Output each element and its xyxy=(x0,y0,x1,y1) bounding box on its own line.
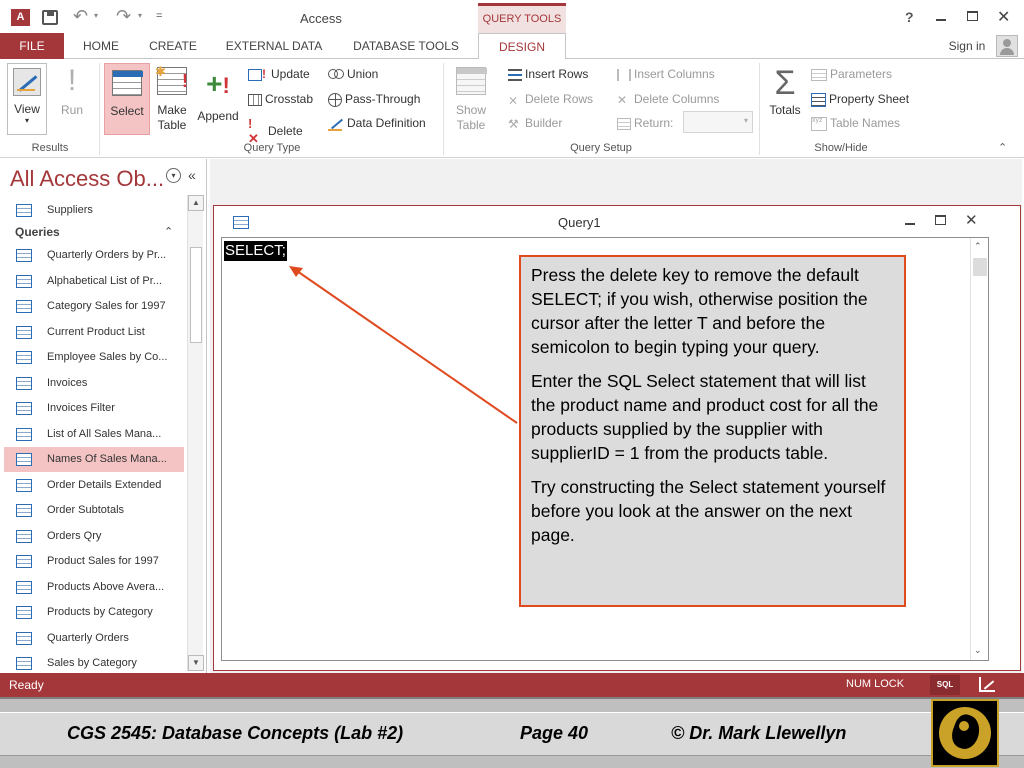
callout-paragraph-2: Enter the SQL Select statement that will… xyxy=(531,370,879,463)
status-bar: Ready NUM LOCK SQL xyxy=(0,673,1024,697)
num-lock-indicator: NUM LOCK xyxy=(846,678,905,690)
callout-paragraph-3: Try constructing the Select statement yo… xyxy=(531,476,886,545)
design-view-icon[interactable] xyxy=(979,677,995,692)
callout-paragraph-1: Press the delete key to remove the defau… xyxy=(531,265,868,357)
footer-author: © Dr. Mark Llewellyn xyxy=(671,723,847,743)
footer-page: Page 40 xyxy=(520,723,589,743)
status-ready: Ready xyxy=(9,678,44,692)
university-logo xyxy=(931,699,999,767)
sql-view-button[interactable]: SQL xyxy=(930,675,960,695)
footer-course: CGS 2545: Database Concepts (Lab #2) xyxy=(67,723,404,743)
instruction-callout: Press the delete key to remove the defau… xyxy=(519,255,906,607)
